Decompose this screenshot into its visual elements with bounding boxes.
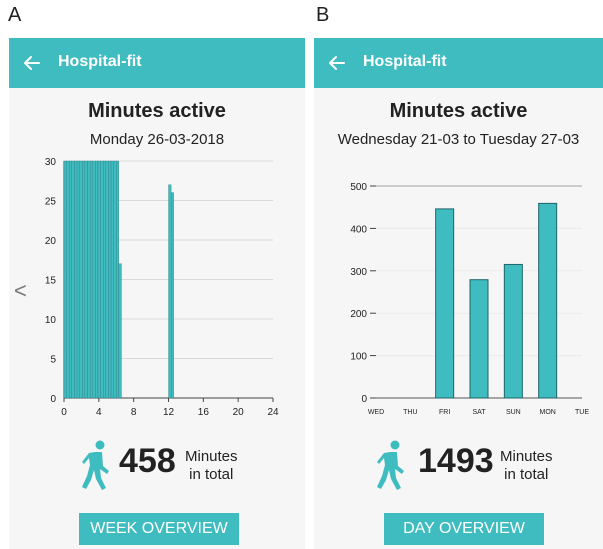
bar — [170, 192, 174, 399]
walking-person-icon — [377, 440, 404, 490]
bar — [168, 184, 172, 399]
day-view-screen: Hospital-fit Minutes active Monday 26-03… — [9, 38, 305, 549]
x-tick-label: THU — [403, 409, 417, 416]
bar — [66, 160, 70, 399]
panel-label-a: A — [8, 4, 22, 26]
bar — [469, 279, 489, 399]
bar — [63, 160, 67, 399]
bar — [108, 160, 112, 399]
x-tick-label: 16 — [198, 407, 210, 418]
y-tick-label: 15 — [45, 276, 57, 287]
bar — [97, 160, 101, 399]
x-tick-label: 8 — [131, 407, 137, 418]
bar — [89, 160, 93, 399]
bar — [71, 160, 75, 399]
total-summary: 1493 Minutes in total — [376, 438, 556, 492]
total-minutes-unit: Minutes in total — [185, 448, 238, 484]
y-tick-label: 10 — [45, 315, 57, 326]
total-minutes-unit: Minutes in total — [500, 448, 553, 484]
y-tick-label: 30 — [45, 157, 57, 168]
bar — [103, 160, 106, 399]
unit-line-1: Minutes — [185, 448, 238, 465]
x-tick-label: 24 — [267, 407, 279, 418]
y-tick-label: 400 — [350, 224, 367, 235]
x-tick-label: SAT — [472, 409, 486, 416]
bar — [118, 263, 122, 399]
x-tick-label: SUN — [506, 409, 521, 416]
x-tick-label: 12 — [163, 407, 175, 418]
x-tick-label: WED — [368, 409, 384, 416]
week-view-screen: Hospital-fit Minutes active Wednesday 21… — [314, 38, 603, 549]
bar — [69, 160, 72, 399]
x-tick-label: 4 — [96, 407, 102, 418]
x-tick-label: 20 — [233, 407, 245, 418]
bar — [82, 160, 86, 399]
bar — [92, 160, 96, 399]
x-tick-label: FRI — [439, 409, 450, 416]
bar — [116, 160, 120, 399]
bar — [100, 160, 104, 399]
x-tick-label: 0 — [61, 407, 67, 418]
y-tick-label: 0 — [50, 394, 56, 405]
y-tick-label: 0 — [361, 394, 367, 405]
unit-line-1: Minutes — [500, 448, 553, 465]
total-summary: 458 Minutes in total — [81, 438, 251, 492]
day-overview-button[interactable]: DAY OVERVIEW — [384, 513, 544, 545]
unit-line-2: in total — [189, 466, 234, 483]
walking-person-icon — [82, 440, 109, 490]
bar — [110, 160, 114, 399]
week-overview-button[interactable]: WEEK OVERVIEW — [79, 513, 239, 545]
panel-label-b: B — [316, 4, 330, 26]
y-tick-label: 5 — [50, 355, 56, 366]
bar — [538, 202, 558, 399]
bar — [503, 263, 523, 399]
bar — [74, 160, 78, 399]
bar — [87, 160, 91, 399]
weekly-activity-chart: 0 100 200 300 400 500 WED THU FRI SAT SUN MON TUE — [350, 182, 589, 416]
y-tick-label: 500 — [350, 182, 367, 193]
y-tick-label: 25 — [45, 197, 57, 208]
x-tick-label: TUE — [575, 409, 589, 416]
total-minutes-value: 458 — [119, 442, 176, 480]
x-tick-label: MON — [539, 409, 555, 416]
bar — [95, 160, 99, 399]
bar — [113, 160, 117, 399]
unit-line-2: in total — [504, 466, 549, 483]
total-minutes-value: 1493 — [418, 442, 494, 480]
bar — [79, 160, 83, 399]
bar — [435, 208, 455, 399]
bar — [76, 160, 80, 399]
daily-activity-chart: 0 5 10 15 20 25 30 0 4 8 12 16 20 24 — [45, 157, 279, 418]
y-tick-label: 100 — [350, 352, 367, 363]
y-tick-label: 300 — [350, 267, 367, 278]
bar — [84, 160, 88, 399]
y-tick-label: 200 — [350, 309, 367, 320]
y-tick-label: 20 — [45, 236, 57, 247]
bar — [105, 160, 109, 399]
